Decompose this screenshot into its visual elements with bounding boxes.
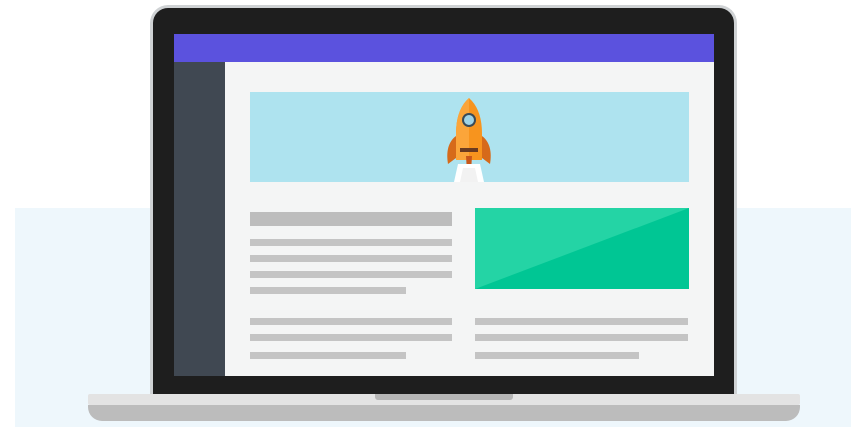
bottom-left-text-line (250, 318, 452, 325)
bottom-right-text-line (475, 352, 639, 359)
image-card (475, 208, 689, 289)
left-heading-placeholder (250, 212, 452, 226)
app-top-bar (174, 34, 714, 62)
bottom-right-text-line (475, 334, 688, 341)
laptop-base (88, 394, 800, 421)
left-text-line (250, 255, 452, 262)
left-text-line (250, 239, 452, 246)
app-sidebar (174, 62, 225, 376)
hero-banner (250, 92, 689, 182)
laptop-screen (174, 34, 714, 376)
image-card-graphic (475, 208, 689, 289)
laptop-hinge-notch (375, 394, 513, 400)
bottom-left-text-line (250, 352, 406, 359)
laptop-base-bottom (88, 405, 800, 421)
left-text-line (250, 287, 406, 294)
app-content-area (225, 62, 714, 376)
bottom-right-text-line (475, 318, 688, 325)
bottom-left-text-line (250, 334, 452, 341)
rocket-icon (447, 98, 491, 182)
left-text-line (250, 271, 452, 278)
